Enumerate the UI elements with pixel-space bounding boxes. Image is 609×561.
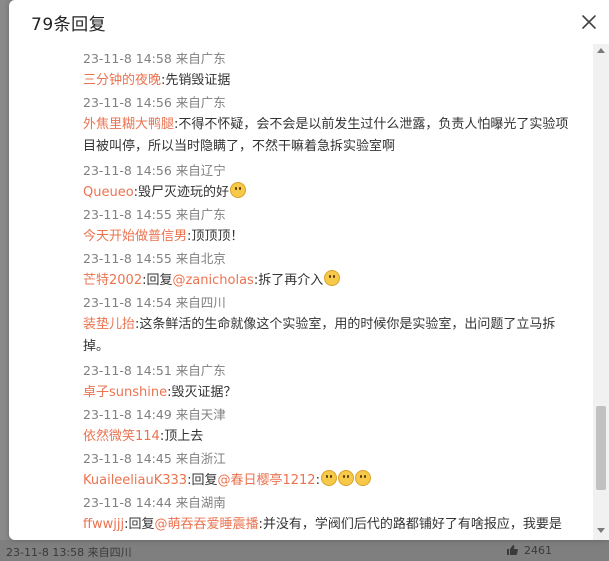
reply-username[interactable]: Queueo xyxy=(83,185,134,200)
background-footer: 23-11-8 13:58 来自四川 2461 xyxy=(0,540,609,561)
reply-text: :顶上去 xyxy=(159,429,204,444)
reply-item: KuaileeliauK333:回复@春日樱亭1212: xyxy=(83,470,583,492)
reply-text: :拆了再介入 xyxy=(253,273,324,288)
reply-mention[interactable]: @春日樱亭1212 xyxy=(217,473,315,488)
reply-username[interactable]: 卓子sunshine xyxy=(83,385,167,400)
reply-meta: 23-11-8 14:44 来自湖南 xyxy=(83,495,226,510)
reply-item: 今天开始做普信男:顶顶顶！ xyxy=(83,226,583,248)
reply-item: 装垫儿抬:这条鲜活的生命就像这个实验室，用的时候你是实验室，出问题了立马拆 xyxy=(83,314,583,336)
emoji-icon xyxy=(337,470,354,486)
reply-prefix: :回复 xyxy=(124,517,155,532)
reply-text: :毁尸灭迹玩的好 xyxy=(133,185,230,200)
reply-username[interactable]: ffwwjjj xyxy=(83,517,124,532)
emoji-icon xyxy=(354,470,371,486)
reply-item: 依然微笑114:顶上去 xyxy=(83,426,583,448)
reply-item: Queueo:毁尸灭迹玩的好 xyxy=(83,182,583,204)
emoji-icon xyxy=(320,470,337,486)
reply-text: :不得不怀疑，会不会是以前发生过什么泄露，负责人怕曝光了实验项 xyxy=(174,117,569,132)
reply-prefix: :回复 xyxy=(142,273,173,288)
reply-meta: 23-11-8 14:49 来自天津 xyxy=(83,407,226,422)
reply-item: 芒特2002:回复@zanicholas:拆了再介入 xyxy=(83,270,583,292)
reply-username[interactable]: KuaileeliauK333 xyxy=(83,473,187,488)
reply-meta: 23-11-8 14:55 来自广东 xyxy=(83,207,226,222)
reply-meta: 23-11-8 14:54 来自四川 xyxy=(83,295,226,310)
reply-username[interactable]: 依然微笑114 xyxy=(83,429,160,444)
scroll-down-arrow-icon[interactable] xyxy=(597,528,605,533)
reply-text: :顶顶顶！ xyxy=(187,229,244,244)
reply-username[interactable]: 芒特2002 xyxy=(83,273,142,288)
reply-text: :这条鲜活的生命就像这个实验室，用的时候你是实验室，出问题了立马拆 xyxy=(135,317,556,332)
reply-username[interactable]: 今天开始做普信男 xyxy=(83,229,187,244)
reply-username[interactable]: 装垫儿抬 xyxy=(83,317,135,332)
reply-item: ffwwjjj:回复@萌吞吞爱睡震播:并没有，学阀们后代的路都铺好了有啥报应，我… xyxy=(83,514,583,536)
reply-text: :并没有，学阀们后代的路都铺好了有啥报应，我要是 xyxy=(258,517,562,532)
scroll-up-arrow-icon[interactable] xyxy=(597,48,605,53)
reply-meta: 23-11-8 14:56 来自辽宁 xyxy=(83,163,226,178)
reply-text: : xyxy=(315,473,320,488)
reply-item: 外焦里糊大鸭腿:不得不怀疑，会不会是以前发生过什么泄露，负责人怕曝光了实验项 xyxy=(83,114,583,136)
background-like-count: 2461 xyxy=(524,544,552,557)
reply-username[interactable]: 三分钟的夜晚 xyxy=(83,73,161,88)
reply-list[interactable]: 23-11-8 14:58 来自广东 三分钟的夜晚:先销毁证据 23-11-8 … xyxy=(9,44,593,540)
emoji-icon xyxy=(230,182,247,198)
reply-meta: 23-11-8 14:58 来自广东 xyxy=(83,51,226,66)
reply-item: 卓子sunshine:毁灭证据？ xyxy=(83,382,583,404)
reply-text: :毁灭证据？ xyxy=(167,385,237,400)
reply-item: 三分钟的夜晚:先销毁证据 xyxy=(83,70,583,92)
scrollbar[interactable] xyxy=(593,44,609,540)
replies-modal: 79条回复 23-11-8 14:58 来自广东 三分钟的夜晚:先销毁证据 23… xyxy=(9,0,609,540)
thumb-up-icon[interactable] xyxy=(506,545,518,555)
close-icon[interactable] xyxy=(579,12,599,32)
reply-text-continued: 目被叫停，所以当时隐瞒了，不然干嘛着急拆实验室啊 xyxy=(83,139,396,154)
reply-meta: 23-11-8 14:55 来自北京 xyxy=(83,251,226,266)
reply-username[interactable]: 外焦里糊大鸭腿 xyxy=(83,117,174,132)
background-timestamp: 23-11-8 13:58 来自四川 xyxy=(6,546,132,559)
reply-mention[interactable]: @zanicholas xyxy=(172,273,253,288)
emoji-icon xyxy=(324,270,341,286)
reply-text-continued: 掉。 xyxy=(83,339,110,354)
modal-title: 79条回复 xyxy=(31,15,107,35)
modal-header: 79条回复 xyxy=(9,0,609,44)
reply-meta: 23-11-8 14:45 来自浙江 xyxy=(83,451,226,466)
reply-prefix: :回复 xyxy=(187,473,218,488)
reply-meta: 23-11-8 14:56 来自广东 xyxy=(83,95,226,110)
reply-meta: 23-11-8 14:51 来自广东 xyxy=(83,363,226,378)
scrollbar-thumb[interactable] xyxy=(596,406,606,490)
reply-mention[interactable]: @萌吞吞爱睡震播 xyxy=(154,517,258,532)
reply-text: :先销毁证据 xyxy=(161,73,231,88)
